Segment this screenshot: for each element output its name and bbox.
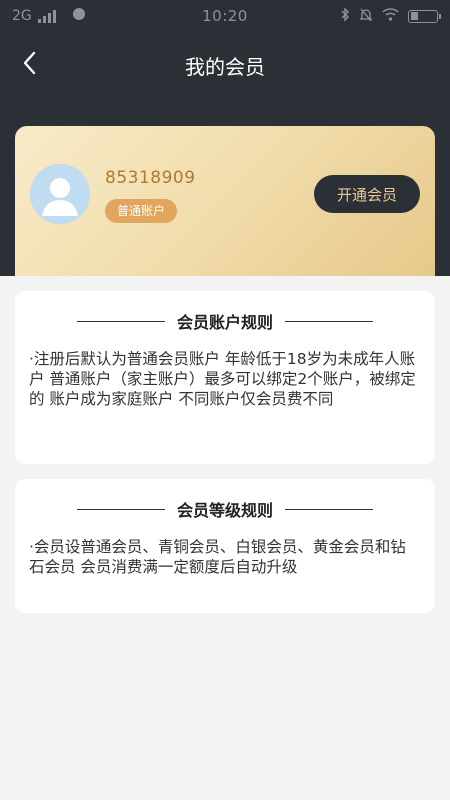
wifi-icon bbox=[382, 7, 399, 25]
back-button[interactable] bbox=[14, 48, 44, 82]
user-id: 85318909 bbox=[105, 168, 196, 188]
member-card: 85318909 普通账户 开通会员 bbox=[15, 126, 435, 276]
level-rules-text: ·会员设普通会员、青铜会员、白银会员、黄金会员和钻石会员 会员消费满一定额度后自… bbox=[29, 538, 406, 576]
divider-right bbox=[285, 320, 373, 322]
network-type: 2G bbox=[12, 8, 32, 24]
account-rules-header: 会员账户规则 bbox=[15, 309, 435, 333]
signal-icon bbox=[37, 9, 56, 23]
status-bar: 2G 10:20 bbox=[0, 0, 450, 32]
page-title: 我的会员 bbox=[185, 54, 265, 79]
divider-left bbox=[76, 320, 165, 322]
account-rules-text: ·注册后默认为普通会员账户 年龄低于18岁为未成年人账户 普通账户（家主账户）最… bbox=[29, 350, 416, 408]
nav-bar: 我的会员 bbox=[0, 40, 450, 90]
status-time: 10:20 bbox=[202, 7, 248, 25]
bluetooth-icon bbox=[340, 6, 350, 26]
level-rules-card: 会员等级规则 ·会员设普通会员、青铜会员、白银会员、黄金会员和钻石会员 会员消费… bbox=[15, 479, 435, 613]
level-rules-title: 会员等级规则 bbox=[176, 501, 273, 520]
avatar-icon bbox=[30, 164, 90, 224]
back-arrow-icon bbox=[22, 51, 36, 79]
divider-right bbox=[285, 508, 373, 510]
divider-left bbox=[76, 508, 165, 510]
open-membership-button[interactable]: 开通会员 bbox=[314, 175, 420, 213]
account-rules-card: 会员账户规则 ·注册后默认为普通会员账户 年龄低于18岁为未成年人账户 普通账户… bbox=[15, 291, 435, 464]
battery-icon bbox=[408, 9, 441, 23]
account-rules-title: 会员账户规则 bbox=[176, 313, 273, 332]
level-rules-header: 会员等级规则 bbox=[15, 497, 435, 521]
account-type-badge: 普通账户 bbox=[105, 199, 178, 223]
compass-icon bbox=[72, 7, 86, 25]
mute-icon bbox=[359, 7, 373, 26]
